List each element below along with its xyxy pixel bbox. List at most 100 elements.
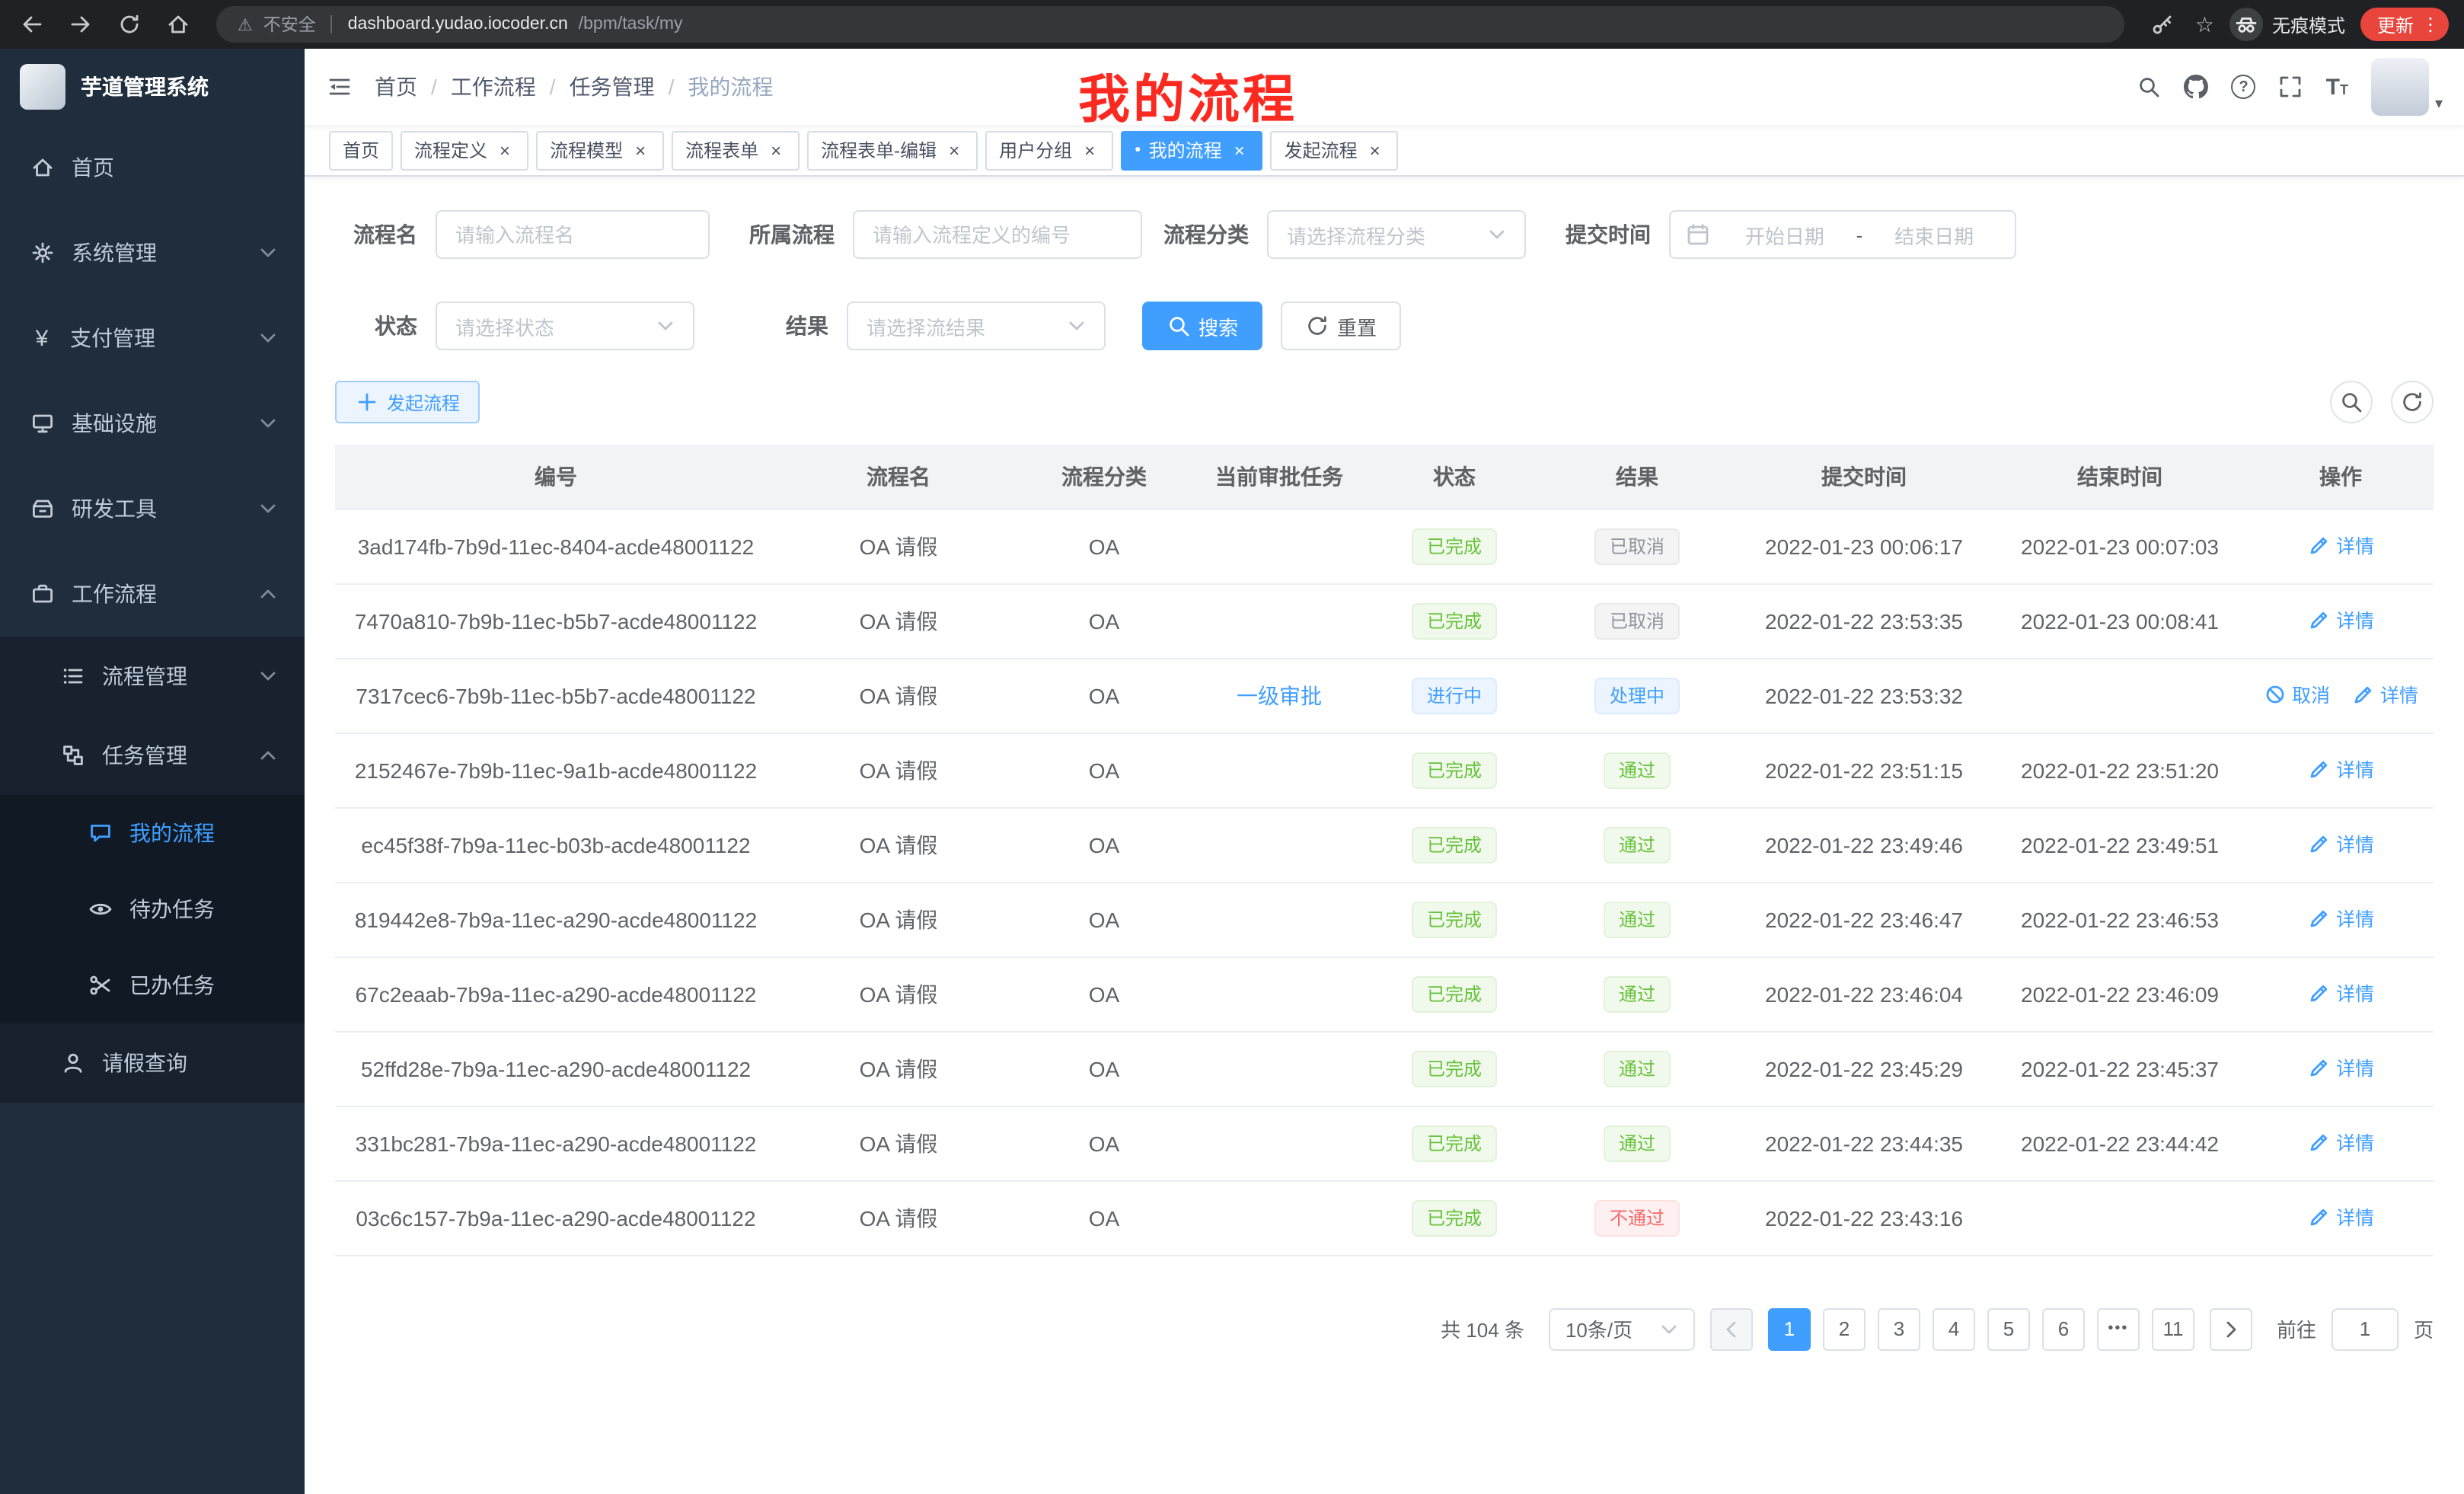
edit-icon <box>2307 757 2332 781</box>
github-icon[interactable] <box>2185 75 2209 99</box>
detail-action[interactable]: 详情 <box>2307 978 2374 1007</box>
sidebar-item-my-process[interactable]: 我的流程 <box>0 795 305 871</box>
detail-action[interactable]: 详情 <box>2307 755 2374 784</box>
search-button[interactable]: 搜索 <box>1142 302 1262 350</box>
goto-label: 前往 <box>2277 1314 2316 1343</box>
category-select[interactable]: 请选择流程分类 <box>1267 210 1526 259</box>
bookmark-star-icon[interactable]: ☆ <box>2195 11 2214 37</box>
cell-end-time: 2022-01-22 23:46:53 <box>1992 882 2248 956</box>
edit-icon <box>2307 1055 2332 1080</box>
status-select[interactable]: 请选择状态 <box>436 302 694 350</box>
status-badge: 已完成 <box>1412 1199 1497 1236</box>
cell-submit-time: 2022-01-22 23:46:04 <box>1736 956 1992 1031</box>
detail-action[interactable]: 详情 <box>2307 531 2374 560</box>
toggle-search-button[interactable] <box>2330 381 2373 423</box>
tab[interactable]: 流程表单 × <box>672 130 800 170</box>
kebab-menu-icon[interactable]: ⋮ <box>2421 15 2440 34</box>
page-size-select[interactable]: 10条/页 <box>1549 1307 1695 1350</box>
fullscreen-icon[interactable] <box>2279 75 2303 99</box>
tab[interactable]: 首页 <box>329 130 393 170</box>
user-menu[interactable]: ▾ <box>2371 58 2443 116</box>
browser-chrome: ⚠ 不安全 dashboard.yudao.iocoder.cn/bpm/tas… <box>0 0 2464 49</box>
goto-page-input[interactable] <box>2332 1307 2399 1350</box>
tab[interactable]: 流程表单-编辑 × <box>807 130 978 170</box>
close-icon[interactable]: × <box>944 140 964 160</box>
breadcrumb-item[interactable]: 首页 <box>375 72 417 102</box>
page-button[interactable]: 1 <box>1768 1307 1811 1350</box>
close-icon[interactable]: × <box>630 140 650 160</box>
browser-update-button[interactable]: 更新 ⋮ <box>2360 8 2449 41</box>
chevron-down-icon <box>1657 1317 1681 1341</box>
page-button[interactable]: 6 <box>2042 1307 2085 1350</box>
process-name-input[interactable] <box>436 210 710 259</box>
help-icon[interactable]: ? <box>2232 75 2256 99</box>
submit-time-range-picker[interactable]: 开始日期 - 结束日期 <box>1669 210 2016 259</box>
browser-back-button[interactable] <box>15 8 49 41</box>
password-key-icon[interactable] <box>2146 8 2180 41</box>
result-select[interactable]: 请选择流结果 <box>847 302 1106 350</box>
sidebar-item-infrastructure[interactable]: 基础设施 <box>0 381 305 466</box>
detail-action[interactable]: 详情 <box>2307 904 2374 933</box>
next-page-button[interactable] <box>2210 1307 2252 1350</box>
tab[interactable]: 用户分组 × <box>985 130 1113 170</box>
page-button[interactable]: 3 <box>1878 1307 1920 1350</box>
close-icon[interactable]: × <box>495 140 515 160</box>
page-button[interactable]: ••• <box>2097 1307 2140 1350</box>
detail-action[interactable]: 详情 <box>2307 1202 2374 1231</box>
browser-forward-button[interactable] <box>64 8 97 41</box>
cancel-action[interactable]: 取消 <box>2263 680 2330 709</box>
cell-category: OA <box>1020 1106 1188 1180</box>
browser-home-button[interactable] <box>161 8 195 41</box>
current-task-link[interactable]: 一级审批 <box>1237 683 1322 707</box>
detail-action[interactable]: 详情 <box>2307 605 2374 634</box>
sidebar-item-dev-tools[interactable]: 研发工具 <box>0 466 305 551</box>
cell-end-time: 2022-01-22 23:49:51 <box>1992 807 2248 882</box>
tab[interactable]: 流程模型 × <box>536 130 664 170</box>
start-process-button[interactable]: 发起流程 <box>335 381 480 423</box>
refresh-table-button[interactable] <box>2391 381 2434 423</box>
page-button[interactable]: 4 <box>1933 1307 1975 1350</box>
page-button[interactable]: 5 <box>1987 1307 2030 1350</box>
close-icon[interactable]: × <box>766 140 786 160</box>
sidebar-item-done-tasks[interactable]: 已办任务 <box>0 947 305 1023</box>
browser-reload-button[interactable] <box>113 8 146 41</box>
page-button[interactable]: 2 <box>1823 1307 1866 1350</box>
detail-action[interactable]: 详情 <box>2307 1128 2374 1157</box>
page-content: 流程名 所属流程 流程分类 请选择流程分类 提交时间 开始日期 - 结束日期 <box>305 177 2464 1494</box>
chevron-right-icon <box>2219 1317 2243 1341</box>
tab[interactable]: 发起流程 × <box>1271 130 1399 170</box>
address-bar[interactable]: ⚠ 不安全 dashboard.yudao.iocoder.cn/bpm/tas… <box>216 6 2125 43</box>
close-icon[interactable]: × <box>1365 140 1385 160</box>
reset-button[interactable]: 重置 <box>1281 302 1401 350</box>
tab[interactable]: 流程定义 × <box>401 130 528 170</box>
sidebar-item-payment-mgmt[interactable]: ¥ 支付管理 <box>0 295 305 381</box>
breadcrumb-item[interactable]: 任务管理 <box>570 72 655 102</box>
sidebar-item-todo-tasks[interactable]: 待办任务 <box>0 871 305 947</box>
sidebar-item-workflow[interactable]: 工作流程 <box>0 551 305 637</box>
hamburger-button[interactable] <box>305 75 375 99</box>
cell-category: OA <box>1020 807 1188 882</box>
sidebar-item-process-mgmt[interactable]: 流程管理 <box>0 637 305 716</box>
tab[interactable]: ● 我的流程 × <box>1121 130 1263 170</box>
search-icon[interactable] <box>2137 75 2162 99</box>
font-size-icon[interactable]: TT <box>2326 75 2348 98</box>
detail-action[interactable]: 详情 <box>2351 680 2418 709</box>
cell-result: 已取消 <box>1538 509 1736 583</box>
cell-result: 已取消 <box>1538 583 1736 658</box>
cell-result: 通过 <box>1538 733 1736 807</box>
flow-nodes-icon <box>61 743 85 768</box>
detail-action[interactable]: 详情 <box>2307 829 2374 858</box>
process-definition-input[interactable] <box>853 210 1142 259</box>
close-icon[interactable]: × <box>1230 140 1250 160</box>
breadcrumb-item[interactable]: 工作流程 <box>451 72 536 102</box>
sidebar-item-system-mgmt[interactable]: 系统管理 <box>0 210 305 295</box>
page-button[interactable]: 11 <box>2152 1307 2194 1350</box>
sidebar-item-leave-query[interactable]: 请假查询 <box>0 1023 305 1103</box>
sidebar-item-task-mgmt[interactable]: 任务管理 <box>0 716 305 795</box>
sidebar-item-home[interactable]: 首页 <box>0 125 305 210</box>
table-row: ec45f38f-7b9a-11ec-b03b-acde48001122 OA … <box>335 807 2434 882</box>
close-icon[interactable]: × <box>1080 140 1100 160</box>
detail-action[interactable]: 详情 <box>2307 1053 2374 1082</box>
prev-page-button[interactable] <box>1710 1307 1753 1350</box>
goto-suffix: 页 <box>2414 1314 2434 1343</box>
